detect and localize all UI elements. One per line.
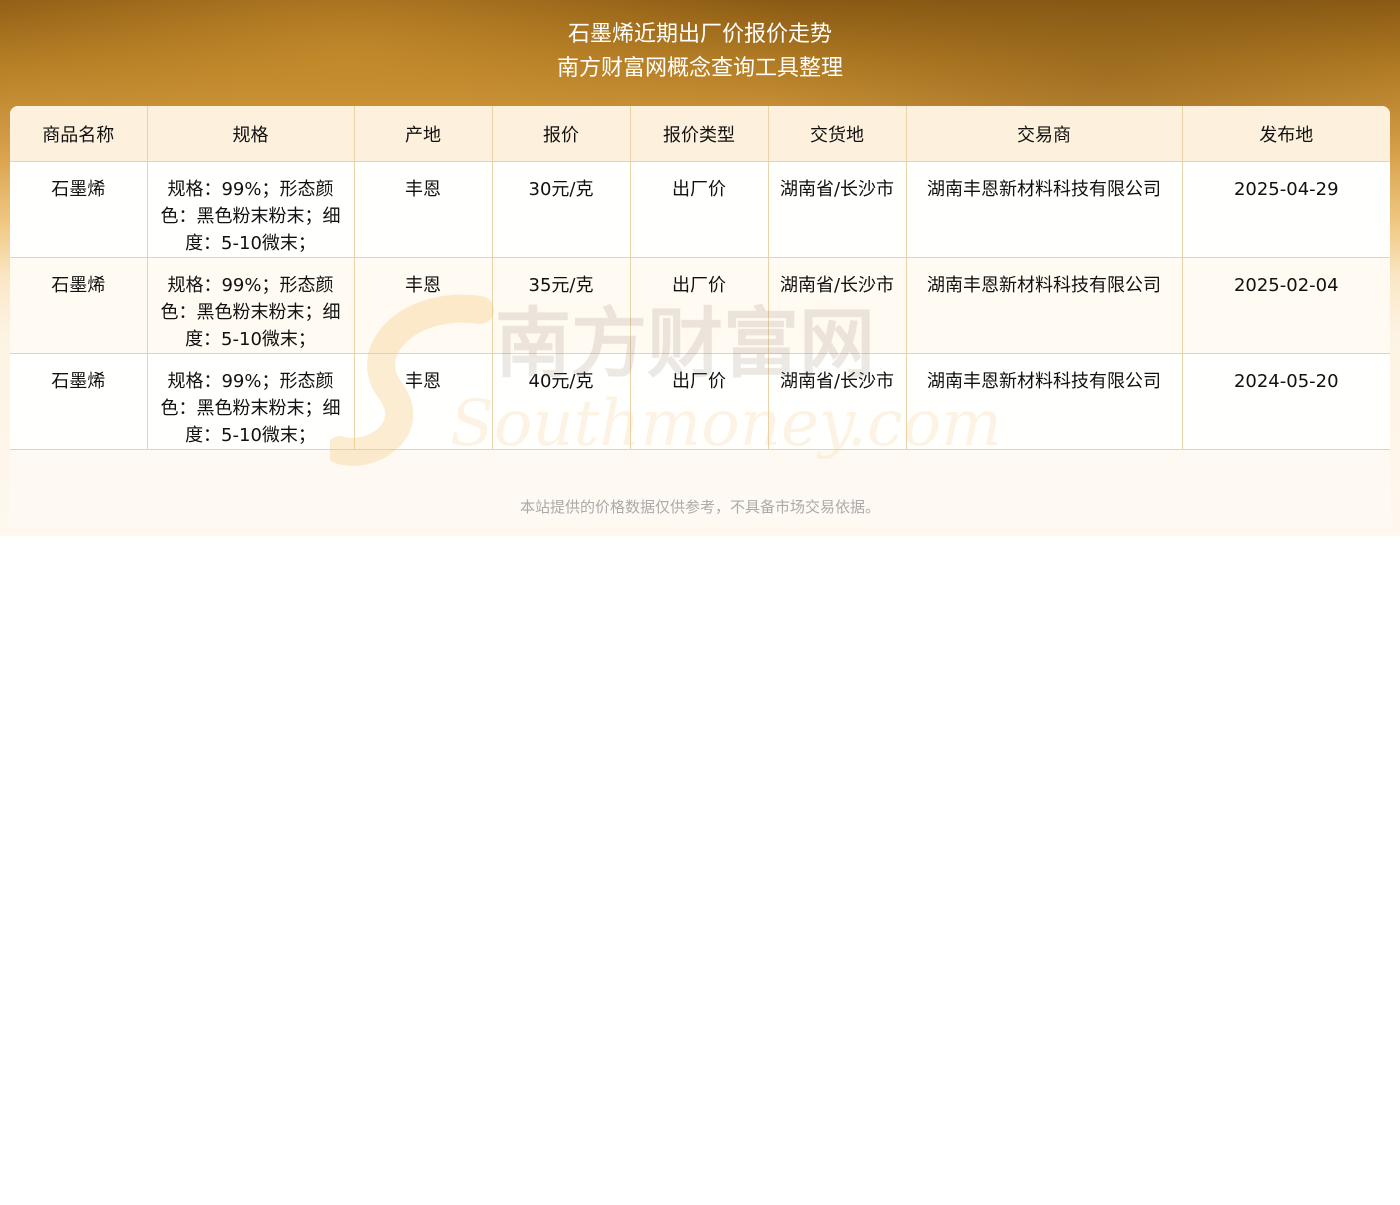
- cell-price: 40元/克: [492, 353, 631, 450]
- table-header-row: 商品名称 规格 产地 报价 报价类型 交货地 交易商 发布地: [10, 106, 1390, 162]
- header-publish-date: 发布地: [1182, 106, 1390, 162]
- cell-product-name: 石墨烯: [10, 161, 148, 258]
- cell-publish-date: 2025-02-04: [1182, 257, 1390, 354]
- cell-price-type: 出厂价: [630, 257, 769, 354]
- header-price: 报价: [492, 106, 631, 162]
- cell-origin: 丰恩: [354, 161, 493, 258]
- cell-delivery-place: 湖南省/长沙市: [768, 161, 907, 258]
- disclaimer-text: 本站提供的价格数据仅供参考，不具备市场交易依据。: [519, 498, 880, 516]
- cell-publish-date: 2024-05-20: [1182, 353, 1390, 450]
- cell-origin: 丰恩: [354, 257, 493, 354]
- header-spec: 规格: [147, 106, 355, 162]
- price-table: 商品名称 规格 产地 报价 报价类型 交货地 交易商 发布地 石墨烯 规格：99…: [10, 106, 1390, 450]
- header-origin: 产地: [354, 106, 493, 162]
- table-row: 石墨烯 规格：99%；形态颜色：黑色粉末粉末；细度：5-10微末； 丰恩 40元…: [10, 353, 1390, 450]
- cell-product-name: 石墨烯: [10, 257, 148, 354]
- cell-spec: 规格：99%；形态颜色：黑色粉末粉末；细度：5-10微末；: [147, 257, 355, 354]
- price-table-panel: 商品名称 规格 产地 报价 报价类型 交货地 交易商 发布地 石墨烯 规格：99…: [10, 106, 1390, 526]
- cell-spec: 规格：99%；形态颜色：黑色粉末粉末；细度：5-10微末；: [147, 161, 355, 258]
- cell-price-type: 出厂价: [630, 161, 769, 258]
- cell-origin: 丰恩: [354, 353, 493, 450]
- cell-trader: 湖南丰恩新材料科技有限公司: [906, 257, 1183, 354]
- title-line-1: 石墨烯近期出厂价报价走势: [567, 22, 832, 47]
- header-delivery-place: 交货地: [768, 106, 907, 162]
- header-trader: 交易商: [906, 106, 1183, 162]
- cell-price: 35元/克: [492, 257, 631, 354]
- cell-spec: 规格：99%；形态颜色：黑色粉末粉末；细度：5-10微末；: [147, 353, 355, 450]
- cell-price-type: 出厂价: [630, 353, 769, 450]
- cell-product-name: 石墨烯: [10, 353, 148, 450]
- title-line-2: 南方财富网概念查询工具整理: [556, 56, 843, 81]
- cell-delivery-place: 湖南省/长沙市: [768, 257, 907, 354]
- cell-trader: 湖南丰恩新材料科技有限公司: [906, 353, 1183, 450]
- cell-price: 30元/克: [492, 161, 631, 258]
- page-title: 石墨烯近期出厂价报价走势 南方财富网概念查询工具整理: [0, 18, 1400, 86]
- header-price-type: 报价类型: [630, 106, 769, 162]
- header-product-name: 商品名称: [10, 106, 148, 162]
- cell-publish-date: 2025-04-29: [1182, 161, 1390, 258]
- table-row: 石墨烯 规格：99%；形态颜色：黑色粉末粉末；细度：5-10微末； 丰恩 35元…: [10, 257, 1390, 354]
- table-row: 石墨烯 规格：99%；形态颜色：黑色粉末粉末；细度：5-10微末； 丰恩 30元…: [10, 161, 1390, 258]
- cell-trader: 湖南丰恩新材料科技有限公司: [906, 161, 1183, 258]
- cell-delivery-place: 湖南省/长沙市: [768, 353, 907, 450]
